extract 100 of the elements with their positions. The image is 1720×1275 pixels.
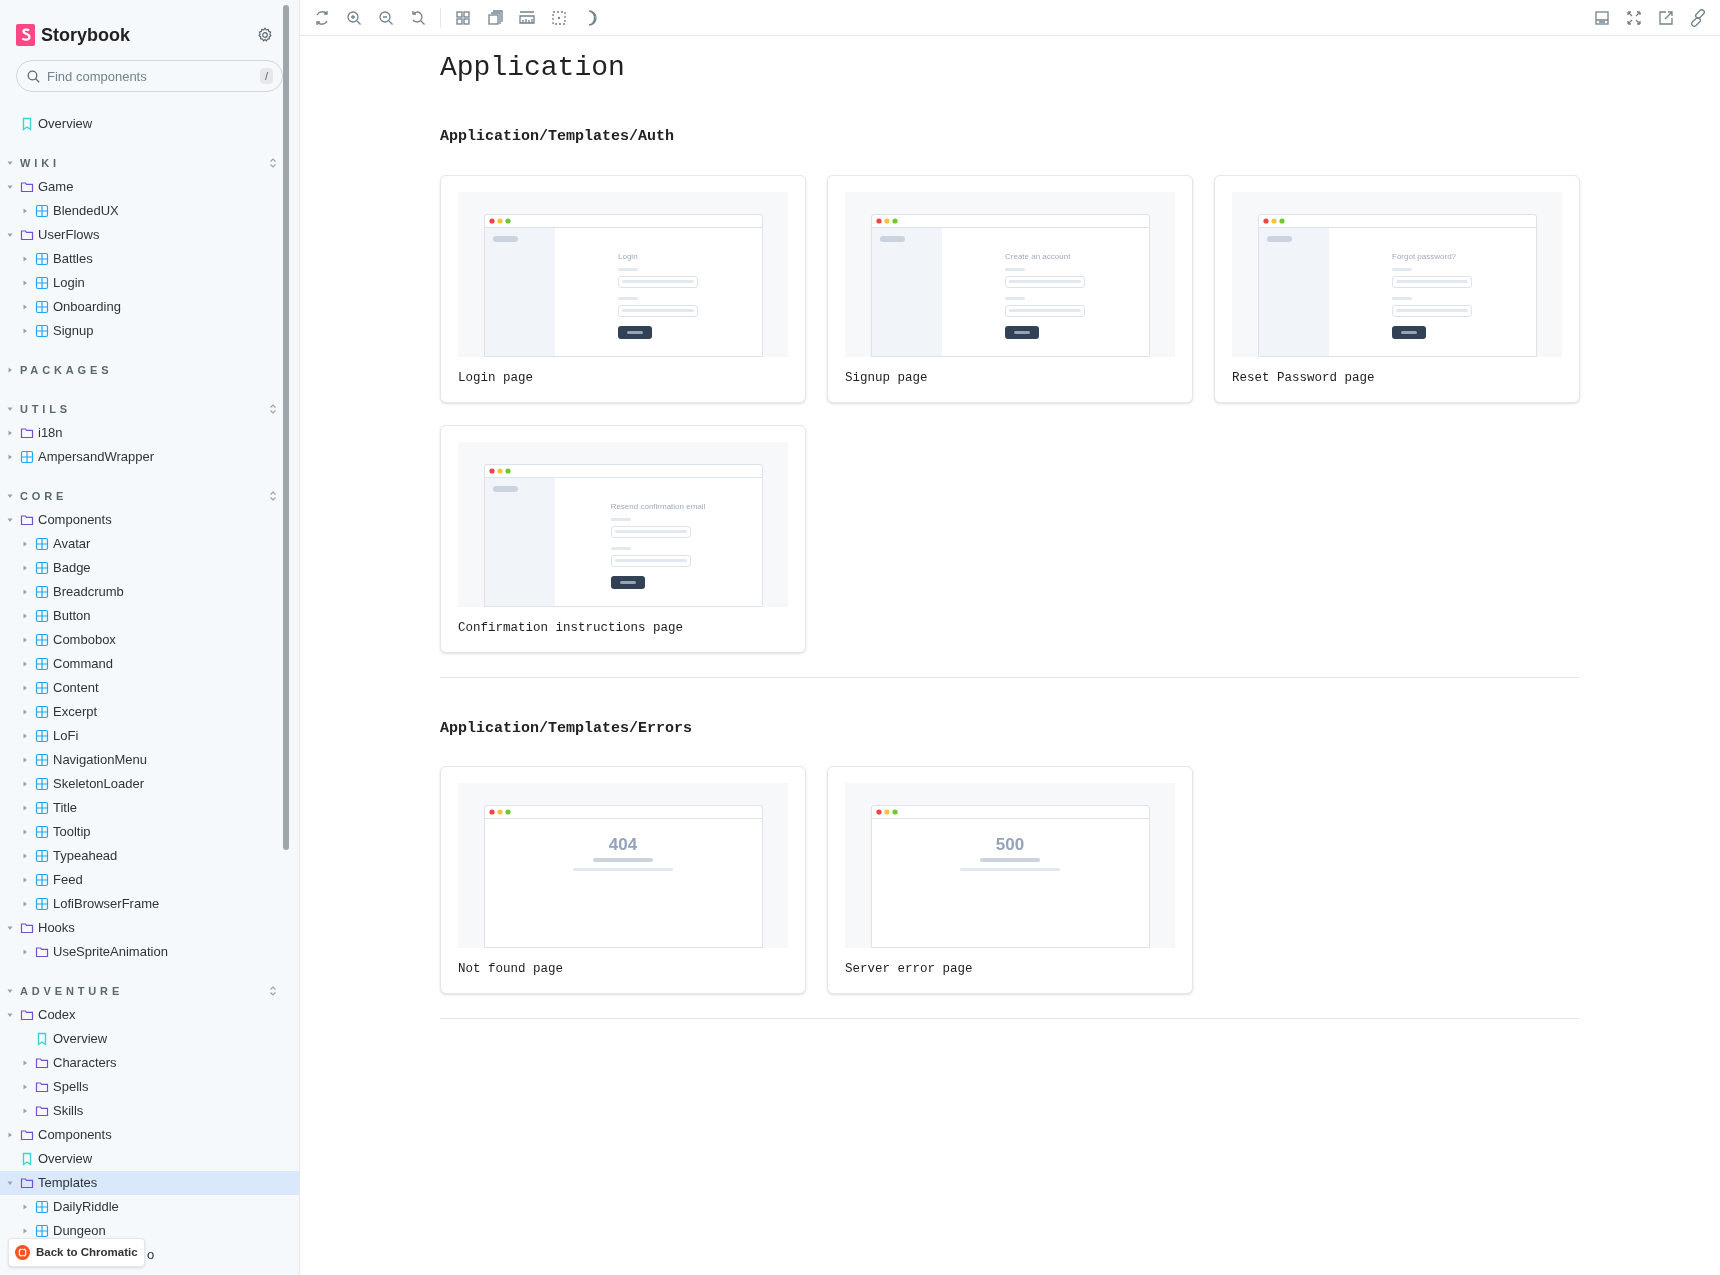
tree-item[interactable]: AmpersandWrapper xyxy=(0,445,299,469)
tree-item[interactable]: DailyRiddle xyxy=(0,1195,299,1219)
component-icon xyxy=(35,300,49,314)
bookmark-icon xyxy=(20,117,34,131)
tree-item[interactable]: Codex xyxy=(0,1003,299,1027)
component-icon xyxy=(35,681,49,695)
window-dots-icon xyxy=(488,809,511,815)
tree-item[interactable]: Title xyxy=(0,796,299,820)
story-label: Confirmation instructions page xyxy=(458,619,685,637)
folder-icon xyxy=(20,426,34,440)
form-heading: Create an account xyxy=(1005,251,1072,262)
tree-item[interactable]: Templates xyxy=(0,1171,299,1195)
tree-item[interactable]: Hooks xyxy=(0,916,299,940)
story-card[interactable]: 500 Server error page xyxy=(827,766,1193,994)
skeleton-bar xyxy=(1266,235,1292,242)
tree-item[interactable]: Overview xyxy=(0,112,299,136)
component-icon xyxy=(35,252,49,266)
tree-item[interactable]: i18n xyxy=(0,421,299,445)
tree-item[interactable]: Game xyxy=(0,175,299,199)
tree-item[interactable]: BlendedUX xyxy=(0,199,299,223)
layers-icon[interactable] xyxy=(485,7,505,28)
folder-icon xyxy=(20,228,34,242)
story-card[interactable]: Create an account Signup page xyxy=(827,174,1193,403)
section-title: CORE xyxy=(20,488,69,504)
section-header[interactable]: PACKAGES xyxy=(0,358,299,382)
tree-item[interactable]: Characters xyxy=(0,1051,299,1075)
tree-item[interactable]: Content xyxy=(0,676,299,700)
skeleton-bar xyxy=(492,235,518,242)
tree-item[interactable]: Typeahead xyxy=(0,844,299,868)
mock-button xyxy=(618,325,652,339)
skeleton-bar xyxy=(593,858,653,862)
component-icon xyxy=(35,753,49,767)
back-to-chromatic-toast[interactable]: Back to Chromatic xyxy=(8,1238,145,1267)
tree-item[interactable]: Excerpt xyxy=(0,700,299,724)
story-card[interactable]: Login Login page xyxy=(440,174,806,403)
skeleton-bar xyxy=(980,858,1040,862)
tree-item[interactable]: Battles xyxy=(0,247,299,271)
window-dots-icon xyxy=(488,467,511,474)
tree-item[interactable]: Spells xyxy=(0,1075,299,1099)
tree-item[interactable]: Tooltip xyxy=(0,820,299,844)
tree-item[interactable]: Breadcrumb xyxy=(0,580,299,604)
section-title: PACKAGES xyxy=(20,362,114,378)
component-icon xyxy=(35,276,49,290)
expand-collapse-icon[interactable] xyxy=(267,157,279,169)
component-icon xyxy=(35,1224,49,1238)
tree-item[interactable]: Badge xyxy=(0,556,299,580)
tree-item[interactable]: Overview xyxy=(0,1027,299,1051)
expand-collapse-icon[interactable] xyxy=(267,403,279,415)
tree-item[interactable]: UserFlows xyxy=(0,223,299,247)
section-title: ADVENTURE xyxy=(20,983,125,999)
settings-icon[interactable] xyxy=(257,27,273,43)
folder-icon xyxy=(35,945,49,959)
expand-collapse-icon[interactable] xyxy=(267,985,279,997)
tree-item[interactable]: Onboarding xyxy=(0,295,299,319)
tree-item[interactable]: Overview xyxy=(0,1147,299,1171)
expand-collapse-icon[interactable] xyxy=(267,490,279,502)
scrollbar[interactable] xyxy=(283,5,289,850)
section-header[interactable]: UTILS xyxy=(0,397,299,421)
form-heading: Forgot password? xyxy=(1392,251,1458,262)
tree-item[interactable]: SkeletonLoader xyxy=(0,772,299,796)
component-icon xyxy=(35,849,49,863)
error-code: 404 xyxy=(608,835,638,855)
component-icon xyxy=(35,873,49,887)
search-icon xyxy=(27,70,40,83)
bookmark-icon xyxy=(20,1152,34,1166)
folder-icon xyxy=(20,180,34,194)
tree-item[interactable]: Avatar xyxy=(0,532,299,556)
section-header[interactable]: WIKI xyxy=(0,151,299,175)
component-icon xyxy=(35,204,49,218)
tree-item[interactable]: Combobox xyxy=(0,628,299,652)
component-icon xyxy=(35,825,49,839)
component-icon xyxy=(35,801,49,815)
component-icon xyxy=(35,657,49,671)
tree-item[interactable]: LofiBrowserFrame xyxy=(0,892,299,916)
story-card[interactable]: 404 Not found page xyxy=(440,766,806,994)
tree-item[interactable]: Feed xyxy=(0,868,299,892)
tree-item[interactable]: o xyxy=(147,1243,155,1267)
component-icon xyxy=(35,585,49,599)
section-header[interactable]: ADVENTURE xyxy=(0,979,299,1003)
mock-button xyxy=(1392,325,1426,339)
form-heading: Login xyxy=(618,251,639,262)
tree-item[interactable]: LoFi xyxy=(0,724,299,748)
story-label: Reset Password page xyxy=(1232,369,1376,387)
folder-icon xyxy=(20,513,34,527)
tree-item[interactable]: Skills xyxy=(0,1099,299,1123)
story-card[interactable]: Resend confirmation email Confirmation instructions page xyxy=(440,424,806,653)
tree-item[interactable]: Signup xyxy=(0,319,299,343)
tree-item[interactable]: Components xyxy=(0,508,299,532)
link-icon[interactable] xyxy=(1688,7,1708,28)
tree-item[interactable]: NavigationMenu xyxy=(0,748,299,772)
tree-item[interactable]: UseSpriteAnimation xyxy=(0,940,299,964)
tree-item[interactable]: Login xyxy=(0,271,299,295)
section-header[interactable]: CORE xyxy=(0,484,299,508)
chromatic-logo-icon xyxy=(15,1245,30,1260)
tree-item[interactable]: Components xyxy=(0,1123,299,1147)
tree-item[interactable]: Button xyxy=(0,604,299,628)
tree-item[interactable]: Command xyxy=(0,652,299,676)
component-icon xyxy=(35,561,49,575)
story-card[interactable]: Forgot password? Reset Password page xyxy=(1214,174,1580,403)
folder-icon xyxy=(20,921,34,935)
